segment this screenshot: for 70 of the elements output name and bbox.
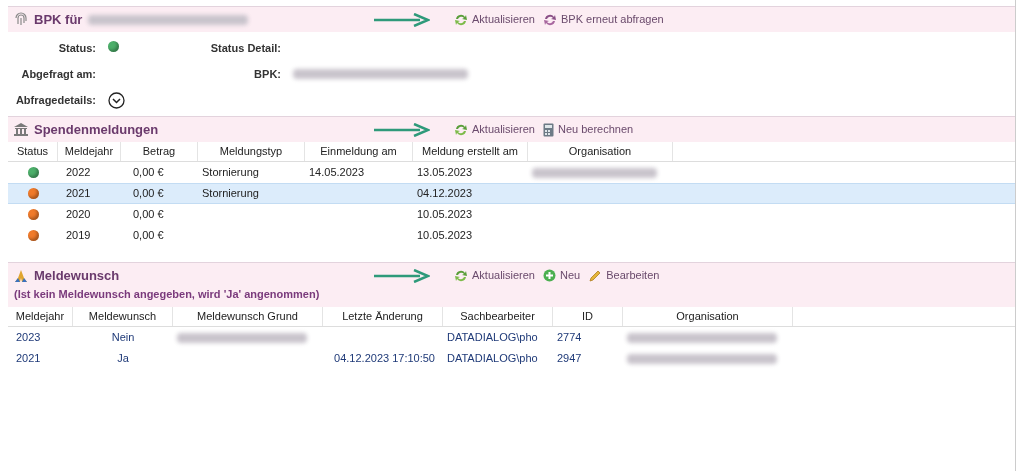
table-cell: 14.05.2023 — [309, 166, 365, 179]
table-row[interactable]: 2023 Nein DATADIALOG\pho 2774 — [8, 326, 1015, 348]
plus-icon — [543, 269, 556, 282]
hint-text: (Ist kein Meldewunsch angegeben, wird 'Ja' angenommen) — [14, 288, 320, 300]
section-title: BPK für — [34, 10, 83, 29]
column-header[interactable]: Meldejahr — [64, 143, 114, 160]
column-header[interactable]: Meldewunsch Grund — [197, 307, 298, 325]
toolbar-button[interactable]: BPK erneut abfragen — [543, 11, 664, 28]
table-cell: 04.12.2023 — [417, 187, 473, 200]
toolbar-button[interactable]: Neu berechnen — [543, 121, 634, 138]
toolbar-button[interactable]: Aktualisieren — [454, 121, 535, 138]
column-header[interactable]: Sachbearbeiter — [460, 307, 535, 325]
section-title: Spendenmeldungen — [34, 120, 159, 139]
table-cell: 0,00 € — [133, 229, 164, 242]
table-cell: 0,00 € — [133, 208, 164, 221]
field-label: BPK: — [254, 67, 281, 80]
column-header[interactable]: Einmeldung am — [320, 143, 397, 160]
table-cell: 13.05.2023 — [417, 166, 473, 179]
column-header[interactable]: Meldejahr — [15, 307, 65, 325]
table-row[interactable]: 2020 0,00 € 10.05.2023 — [8, 204, 1015, 225]
refresh-icon — [454, 268, 468, 283]
field-label: Abgefragt am: — [21, 67, 96, 80]
pencil-icon — [588, 268, 603, 283]
column-header[interactable]: Meldungstyp — [219, 143, 283, 160]
column-header[interactable]: Meldewunsch — [88, 307, 157, 325]
refresh-icon — [454, 12, 468, 27]
refresh-icon — [543, 12, 557, 27]
table-row[interactable]: 2019 0,00 € 10.05.2023 — [8, 225, 1015, 246]
table-cell: 2022 — [66, 166, 91, 179]
column-header[interactable]: Organisation — [676, 307, 739, 325]
table-cell: 2021 — [16, 351, 41, 364]
table-row[interactable]: 2021 Ja 04.12.2023 17:10:50 DATADIALOG\pho 2947 — [8, 347, 1015, 369]
table-cell: 10.05.2023 — [417, 229, 473, 242]
table-cell: 04.12.2023 17:10:50 — [334, 351, 435, 364]
column-header[interactable]: Letzte Änderung — [342, 307, 423, 325]
table-row[interactable]: 2021 0,00 € Stornierung 04.12.2023 — [8, 183, 1015, 204]
refresh-icon — [454, 122, 468, 137]
field-label: Abfragedetails: — [15, 93, 96, 106]
table-cell: DATADIALOG\pho — [447, 351, 538, 364]
table-cell: Nein — [111, 330, 135, 343]
table-cell: DATADIALOG\pho — [447, 330, 538, 343]
toolbar-button[interactable]: Aktualisieren — [454, 267, 535, 284]
table-cell: 10.05.2023 — [417, 208, 473, 221]
toolbar-button[interactable]: Neu — [543, 267, 581, 284]
fingerprint-icon — [14, 12, 28, 27]
column-header[interactable]: ID — [582, 307, 593, 325]
table-cell: 0,00 € — [133, 187, 164, 200]
expand-icon[interactable] — [108, 91, 125, 109]
toolbar-button[interactable]: Aktualisieren — [454, 11, 535, 28]
calculator-icon — [543, 122, 554, 137]
table-cell: Stornierung — [202, 187, 259, 200]
column-header[interactable]: Organisation — [568, 143, 632, 160]
table-row[interactable]: 2022 0,00 € Stornierung 14.05.2023 13.05.2023 — [8, 162, 1015, 183]
toolbar-button[interactable]: Bearbeiten — [588, 267, 660, 284]
bank-icon — [14, 123, 28, 136]
table-cell: 2774 — [557, 330, 582, 343]
table-cell: 2020 — [66, 208, 91, 221]
column-header[interactable]: Status — [16, 143, 49, 160]
table-cell: 2021 — [66, 187, 91, 200]
table-cell: Stornierung — [202, 166, 259, 179]
field-label: Status Detail: — [210, 41, 281, 54]
table-cell: 2023 — [16, 330, 41, 343]
table-cell: 0,00 € — [133, 166, 164, 179]
table-cell: 2019 — [66, 229, 91, 242]
column-header[interactable]: Meldung erstellt am — [422, 143, 518, 160]
field-label: Status: — [58, 41, 96, 54]
section-title: Meldewunsch — [34, 266, 120, 285]
column-header[interactable]: Betrag — [142, 143, 176, 160]
table-cell: Ja — [117, 351, 129, 364]
table-cell: 2947 — [557, 351, 582, 364]
